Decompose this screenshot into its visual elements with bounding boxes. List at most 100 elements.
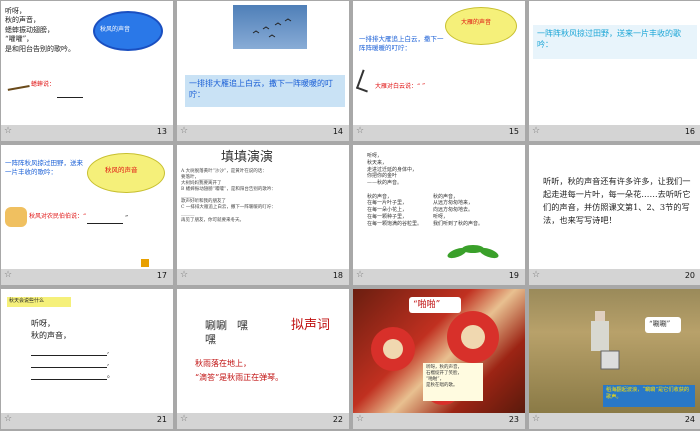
- geese-sky-image: [233, 5, 307, 49]
- poem-right: 秋的声音， 从远方匆匆地来， 向远方匆匆地去。 听呀， 我们听到了秋的声音。: [433, 193, 484, 227]
- slide-canvas: 一排排大雁追上白云，撒下一阵阵暖暖的叮咛： 大雁的声音 大雁对白云说：“ ”: [353, 1, 525, 125]
- word-3: 嘿: [205, 333, 216, 346]
- slide-19[interactable]: 听呀， 秋天来， 走进过迁延的身体中， 你把你的金叶 ——秋的声音。 秋的声音，…: [353, 145, 525, 285]
- quote-end: ”: [125, 215, 129, 222]
- slide-footer: ☆ 14: [177, 125, 349, 141]
- slide-header: 一阵阵秋风掠过田野，送来一片丰收的歌吟：: [537, 29, 681, 49]
- answer-blank: [31, 379, 107, 380]
- slide-footer: ☆ 13: [1, 125, 173, 141]
- slide-footer: ☆ 20: [529, 269, 700, 285]
- star-icon: ☆: [4, 414, 13, 424]
- slide-canvas: 听听，秋的声音还有许多许多，让我们一起走进每一片叶，每一朵花……去听听它们的声音…: [529, 145, 700, 269]
- slide-canvas: 填填演演 A 大树脱落黄叶“沙沙”，是黄叶在说的话： 要落叶，______ 大树…: [177, 145, 349, 269]
- slide-footer: ☆ 15: [353, 125, 525, 141]
- slide-number: 13: [156, 127, 167, 136]
- star-icon: ☆: [356, 126, 365, 136]
- slide-number: 21: [156, 415, 167, 424]
- answer-blank: [87, 223, 123, 224]
- farmer-image: [583, 307, 623, 375]
- line-1: 秋雨落在地上，: [195, 359, 251, 368]
- slide-23[interactable]: “啪啪” 听呀，秋的声音， 石榴绽开了笑脸， “啪啪”， 是秋在唱的歌。 ☆ 2…: [353, 289, 525, 429]
- slide-footer: ☆ 17: [1, 269, 173, 285]
- slide-number: 23: [508, 415, 519, 424]
- slide-number: 22: [332, 415, 343, 424]
- slide-17[interactable]: 一阵阵秋风掠过田野，送来一片丰收的歌吟： 秋风的声音 秋风对农民伯伯说：“ ” …: [1, 145, 173, 285]
- cloud-text: 秋风的声音: [100, 26, 131, 33]
- slide-header: 一阵阵秋风掠过田野，送来一片丰收的歌吟：: [5, 159, 83, 176]
- slide-canvas: 一排排大雁追上白云，撒下一阵暖暖的叮咛：: [177, 1, 349, 125]
- slide-14[interactable]: 一排排大雁追上白云，撒下一阵暖暖的叮咛： ☆ 14: [177, 1, 349, 141]
- star-icon: ☆: [4, 126, 13, 136]
- slide-number: 16: [684, 127, 695, 136]
- slide-footer: ☆ 18: [177, 269, 349, 285]
- slide-canvas: 秋天会说些什么 听呀， 秋的声音， , , 。: [1, 289, 173, 413]
- slide-13[interactable]: 听呀， 秋的声音， 蟋蟀振动翅膀， “嚯嚯”， 是和阳台告别的歌吟。 秋风的声音…: [1, 1, 173, 141]
- slide-header: 一排排大雁追上白云，撒下一阵阵暖暖的叮咛：: [359, 35, 444, 52]
- slide-caption: 稻海翻起波浪，“唰唰”是它们收获的歌声。: [606, 387, 690, 401]
- slide-footer: ☆ 24: [529, 413, 700, 429]
- slide-15[interactable]: 一排排大雁追上白云，撒下一阵阵暖暖的叮咛： 大雁的声音 大雁对白云说：“ ” ☆…: [353, 1, 525, 141]
- slide-text: 听听，秋的声音还有许多许多，让我们一起走进每一片叶，每一朵花……去听听它们的声音…: [543, 176, 691, 226]
- slide-caption: 一排排大雁追上白云，撒下一阵暖暖的叮咛：: [189, 79, 333, 99]
- slide-20[interactable]: 听听，秋的声音还有许多许多，让我们一起走进每一片叶，每一朵花……去听听它们的声音…: [529, 145, 700, 285]
- slide-number: 14: [332, 127, 343, 136]
- slide-number: 17: [156, 271, 167, 280]
- cloud-text: 大雁的声音: [461, 19, 492, 26]
- poem-left: 听呀， 秋天来， 走进过迁延的身体中， 你把你的金叶 ——秋的声音。 秋的声音，…: [367, 153, 423, 227]
- slide-badge: “啪啪”: [413, 300, 441, 310]
- star-icon: ☆: [532, 270, 541, 280]
- slide-canvas: 唰唰 嘿 嘿 拟声词 秋雨落在地上， “滴答”是秋雨正在弹琴。: [177, 289, 349, 413]
- slide-24[interactable]: “唰唰” 稻海翻起波浪，“唰唰”是它们收获的歌声。 ☆ 24: [529, 289, 700, 429]
- slide-22[interactable]: 唰唰 嘿 嘿 拟声词 秋雨落在地上， “滴答”是秋雨正在弹琴。 ☆ 22: [177, 289, 349, 429]
- slide-18[interactable]: 填填演演 A 大树脱落黄叶“沙沙”，是黄叶在说的话： 要落叶，______ 大树…: [177, 145, 349, 285]
- cloud-text: 秋风的声音: [105, 166, 138, 174]
- slide-footer: ☆ 19: [353, 269, 525, 285]
- slide-canvas: “唰唰” 稻海翻起波浪，“唰唰”是它们收获的歌声。: [529, 289, 700, 413]
- slide-canvas: 听呀， 秋的声音， 蟋蟀振动翅膀， “嚯嚯”， 是和阳台告别的歌吟。 秋风的声音…: [1, 1, 173, 125]
- slide-badge: “唰唰”: [649, 320, 671, 328]
- line-1: 听呀，: [31, 319, 55, 328]
- word-1: 唰唰: [205, 319, 227, 332]
- slide-number: 24: [684, 415, 695, 424]
- slide-footer: ☆ 22: [177, 413, 349, 429]
- slide-title: 填填演演: [221, 150, 274, 165]
- line-2: “滴答”是秋雨正在弹琴。: [195, 373, 284, 382]
- note-text: 听呀，秋的声音， 石榴绽开了笑脸， “啪啪”， 是秋在唱的歌。: [426, 365, 462, 389]
- slide-footer: ☆ 16: [529, 125, 700, 141]
- star-icon: ☆: [532, 414, 541, 424]
- star-icon: ☆: [356, 414, 365, 424]
- leaves-image: [445, 239, 503, 263]
- slide-16[interactable]: 一阵阵秋风掠过田野，送来一片丰收的歌吟： ☆ 16: [529, 1, 700, 141]
- slide-number: 20: [684, 271, 695, 280]
- children-icon: [5, 207, 27, 227]
- star-icon: ☆: [180, 414, 189, 424]
- slide-footer: ☆ 23: [353, 413, 525, 429]
- slide-number: 15: [508, 127, 519, 136]
- line-2: 秋的声音，: [31, 331, 71, 340]
- star-icon: ☆: [180, 126, 189, 136]
- slide-number: 19: [508, 271, 519, 280]
- slide-21[interactable]: 秋天会说些什么 听呀， 秋的声音， , , 。 ☆ 21: [1, 289, 173, 429]
- star-icon: ☆: [532, 126, 541, 136]
- star-icon: ☆: [180, 270, 189, 280]
- slide-text: A 大树脱落黄叶“沙沙”，是黄叶在说的话： 要落叶，______ 大树妈妈我要离…: [181, 169, 276, 223]
- cricket-icon: [6, 77, 30, 91]
- answer-blank: [31, 367, 107, 368]
- bottom-label: 秋风对农民伯伯说：“: [29, 213, 87, 220]
- word-2: 嘿: [237, 319, 248, 332]
- slide-canvas: 听呀， 秋天来， 走进过迁延的身体中， 你把你的金叶 ——秋的声音。 秋的声音，…: [353, 145, 525, 269]
- slide-text: 听呀， 秋的声音， 蟋蟀振动翅膀， “嚯嚯”， 是和阳台告别的歌吟。: [5, 7, 75, 53]
- orange-square: [141, 259, 149, 267]
- star-icon: ☆: [356, 270, 365, 280]
- punct: 。: [107, 371, 114, 379]
- slide-canvas: 一阵阵秋风掠过田野，送来一片丰收的歌吟： 秋风的声音 秋风对农民伯伯说：“ ”: [1, 145, 173, 269]
- answer-blank: [31, 355, 107, 356]
- slide-canvas: “啪啪” 听呀，秋的声音， 石榴绽开了笑脸， “啪啪”， 是秋在唱的歌。: [353, 289, 525, 413]
- answer-blank: [57, 97, 83, 98]
- slide-tag: 秋天会说些什么: [9, 298, 45, 304]
- punct: ,: [107, 359, 110, 367]
- punct: ,: [107, 347, 110, 355]
- bottom-label: 大雁对白云说：“ ”: [375, 83, 426, 90]
- slide-number: 18: [332, 271, 343, 280]
- slide-footer: ☆ 21: [1, 413, 173, 429]
